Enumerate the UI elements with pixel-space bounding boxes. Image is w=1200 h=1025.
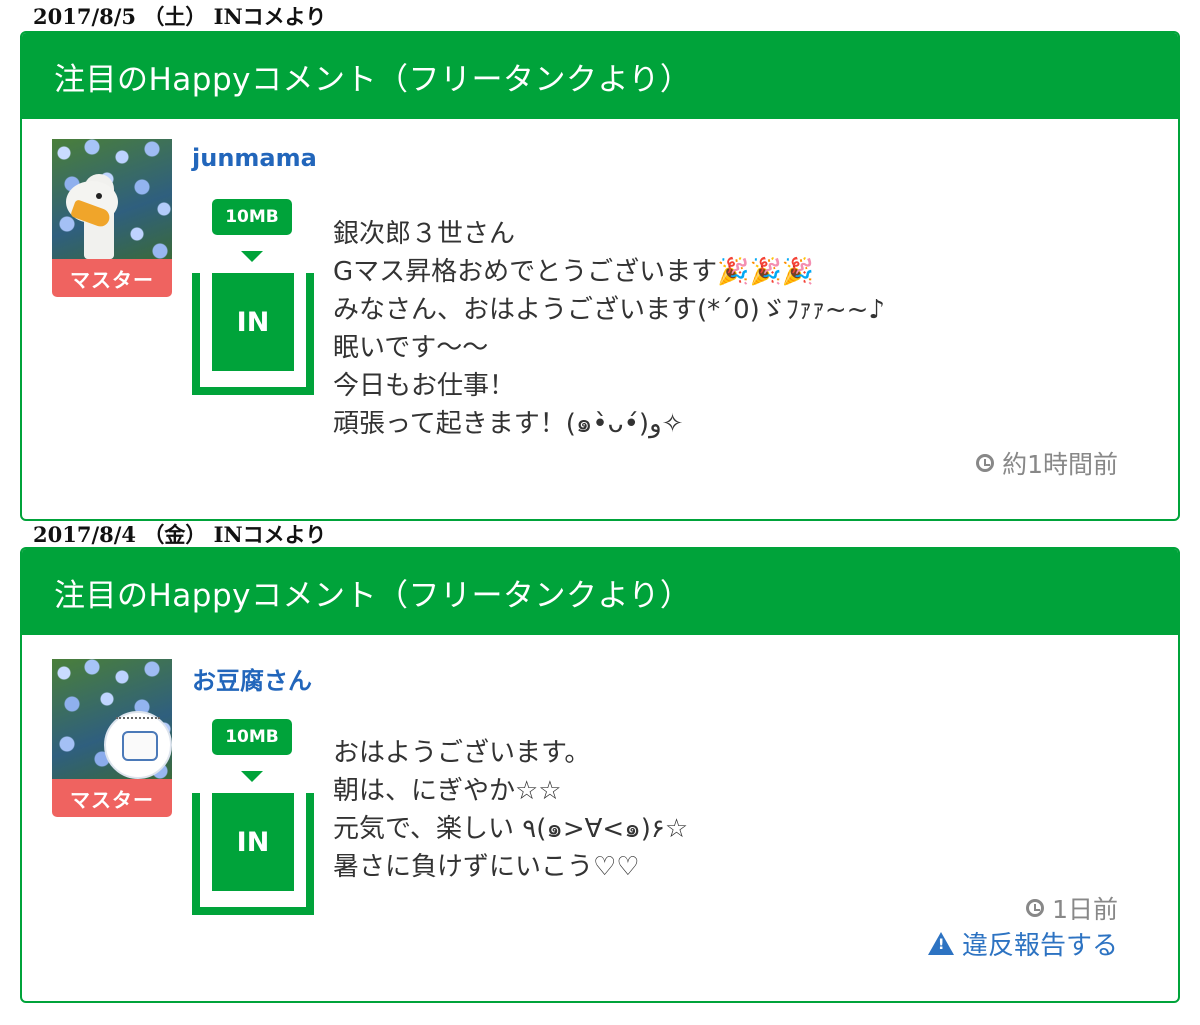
tofu-character-icon — [52, 659, 172, 779]
comment-text: おはようございます。 朝は、にぎやか☆☆ 元気で、楽しい ٩(๑>∀<๑)۶☆ … — [333, 734, 688, 886]
comment-text: 銀次郎３世さん Gマス昇格おめでとうございます🎉🎉🎉 みなさん、おはようございま… — [333, 215, 885, 443]
comment-line: みなさん、おはようございます(*´0)ゞﾌｧｧ~~♪ — [333, 295, 885, 325]
date-label: 2017/8/5 （土） INコメより — [33, 4, 327, 29]
tank-container: IN — [192, 273, 314, 395]
comment-card: 注目のHappyコメント（フリータンクより） マスター お豆腐さん 10MB I… — [20, 547, 1180, 1003]
card-header-title: 注目のHappyコメント（フリータンクより） — [22, 549, 1178, 635]
tank-label: IN — [212, 793, 294, 891]
date-label: 2017/8/4 （金） INコメより — [33, 522, 327, 547]
tank-size-badge: 10MB — [212, 199, 292, 235]
comment-line: おはようございます。 — [333, 738, 591, 768]
comment-line: 今日もお仕事！ — [333, 371, 516, 401]
tank-size-badge: 10MB — [212, 719, 292, 755]
comment-line: Gマス昇格おめでとうございます🎉🎉🎉 — [333, 257, 815, 287]
role-badge: マスター — [52, 779, 172, 817]
comment-line: 朝は、にぎやか☆☆ — [333, 776, 562, 806]
time-ago-text: 約1時間前 — [1002, 450, 1118, 479]
avatar[interactable]: マスター — [52, 659, 172, 817]
role-badge: マスター — [52, 259, 172, 297]
username-link[interactable]: junmama — [192, 144, 317, 172]
tank-label: IN — [212, 273, 294, 371]
time-ago-text: 1日前 — [1052, 895, 1118, 924]
comment-line: 暑さに負けずにいこう♡♡ — [333, 852, 640, 882]
tank-container: IN — [192, 793, 314, 915]
card-header-title: 注目のHappyコメント（フリータンクより） — [22, 33, 1178, 119]
comment-line: 頑張って起きます！(๑•̀ᴗ•́)و✧ — [333, 409, 684, 439]
avatar[interactable]: マスター — [52, 139, 172, 297]
username-link[interactable]: お豆腐さん — [192, 661, 312, 696]
clock-icon — [1026, 899, 1045, 917]
warning-icon: ! — [927, 932, 954, 955]
arrow-down-icon — [241, 251, 263, 262]
report-label: 違反報告する — [961, 931, 1118, 961]
timestamp: 1日前 — [1026, 890, 1118, 926]
comment-line: 元気で、楽しい ٩(๑>∀<๑)۶☆ — [333, 814, 689, 844]
comment-line: 銀次郎３世さん — [333, 219, 516, 249]
clock-icon — [976, 454, 995, 472]
comment-card: 注目のHappyコメント（フリータンクより） マスター junmama 10MB… — [20, 31, 1180, 521]
goose-photo-icon — [52, 139, 172, 259]
report-violation-link[interactable]: ! 違反報告する — [927, 925, 1118, 962]
arrow-down-icon — [241, 771, 263, 782]
comment-line: 眠いです〜〜 — [333, 333, 489, 363]
timestamp: 約1時間前 — [976, 445, 1118, 481]
